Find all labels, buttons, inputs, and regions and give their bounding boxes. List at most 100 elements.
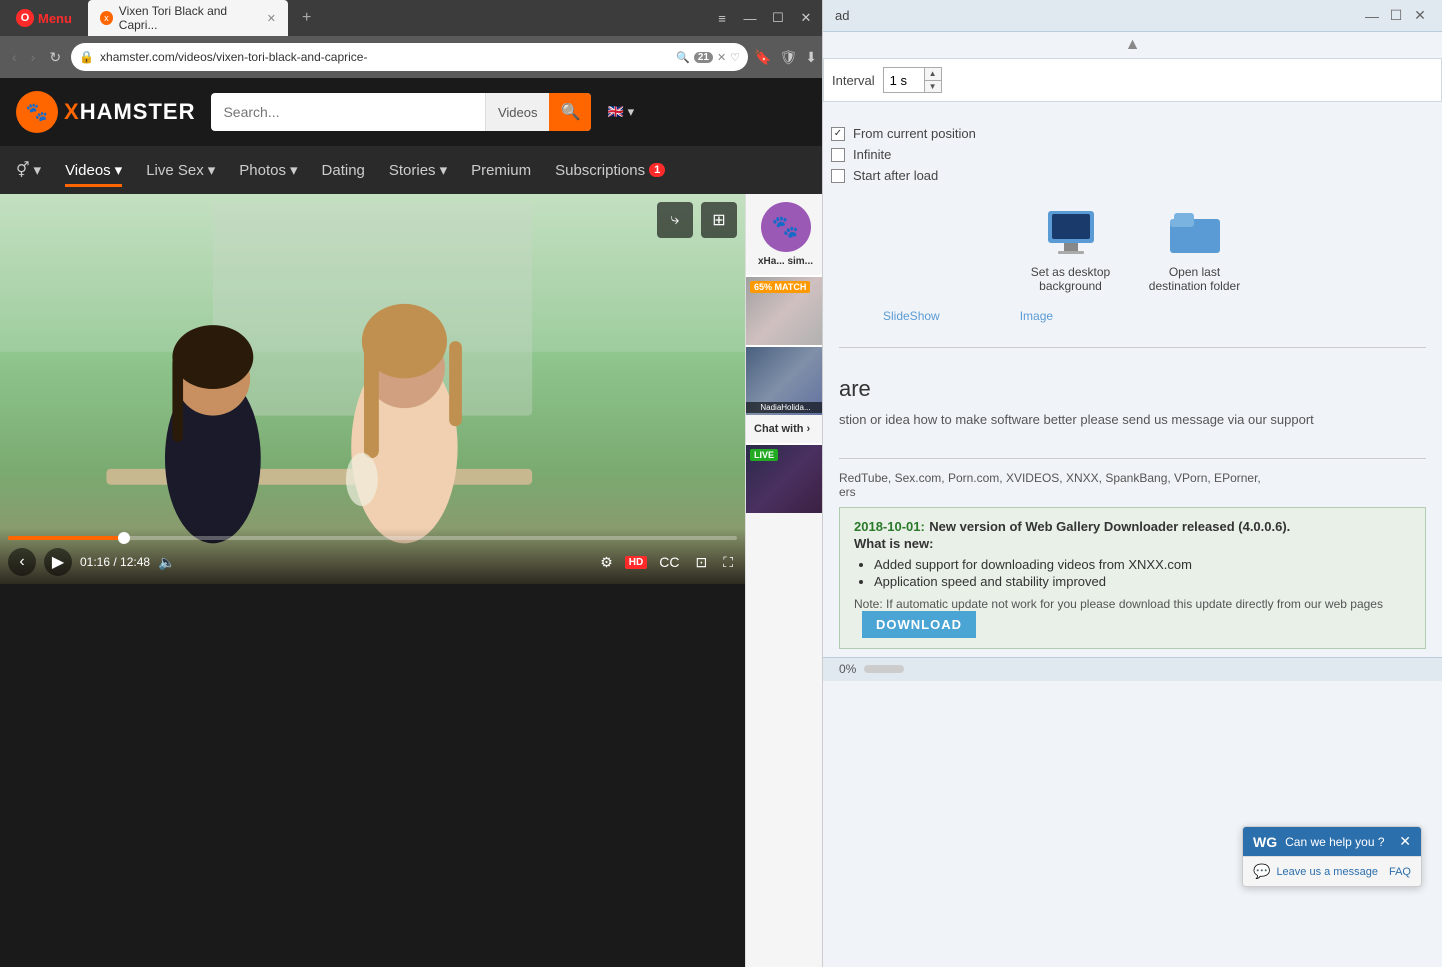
search-input[interactable] (211, 104, 484, 120)
wgd-divider (839, 347, 1426, 348)
partners-text: RedTube, Sex.com, Porn.com, XVIDEOS, XNX… (823, 471, 1442, 485)
video-time: 01:16 / 12:48 (80, 555, 150, 569)
shield-icon[interactable]: 🛡 (779, 49, 797, 66)
spinner-down-button[interactable]: ▼ (925, 81, 941, 93)
search-bar[interactable]: Videos 🔍 (211, 93, 591, 131)
active-tab[interactable]: x Vixen Tori Black and Capri... ✕ (88, 0, 288, 36)
sidebar-profile[interactable]: 🐾 xHa... sim... (746, 194, 825, 275)
forward-button[interactable]: › (27, 47, 40, 67)
menu-label: Menu (38, 11, 72, 26)
from-current-row: From current position (831, 126, 1434, 141)
video-progress-bar[interactable] (8, 536, 737, 540)
infinite-label: Infinite (853, 147, 891, 162)
grid-button[interactable]: ⊞ (701, 202, 737, 238)
logo-text: XHAMSTER (64, 99, 195, 125)
profile-name: xHa... sim... (758, 256, 813, 267)
interval-spinner[interactable]: ▲ ▼ (883, 67, 942, 93)
browser-window-controls: ≡ — ☐ ✕ (711, 7, 817, 29)
gender-arrow-icon: ▾ (34, 161, 42, 179)
wgd-minimize-button[interactable]: — (1362, 6, 1382, 26)
refresh-button[interactable]: ↻ (45, 47, 65, 68)
spinner-up-button[interactable]: ▲ (925, 68, 941, 81)
download-button[interactable]: DOWNLOAD (862, 611, 976, 638)
nav-photos-arrow: ▾ (290, 161, 298, 179)
nav-live-sex[interactable]: Live Sex ▾ (146, 157, 215, 183)
captions-icon[interactable]: CC (655, 550, 683, 574)
news-date: 2018-10-01: (854, 519, 925, 534)
infinite-checkbox[interactable] (831, 148, 845, 162)
new-tab-button[interactable]: + (296, 9, 317, 27)
leave-message-link[interactable]: Leave us a message (1276, 866, 1378, 878)
from-current-checkbox[interactable] (831, 127, 845, 141)
nav-videos[interactable]: Videos ▾ (65, 157, 122, 183)
wgd-close-button[interactable]: ✕ (1410, 6, 1430, 26)
wgd-icons-row: Set as desktop background Open last dest… (823, 191, 1442, 309)
tab-favicon-icon: x (100, 11, 113, 25)
video-sidebar: 🐾 xHa... sim... 65% MATCH NadiaHolida...… (745, 194, 825, 967)
chat-widget-footer: 💬 Leave us a message FAQ (1243, 856, 1421, 886)
nav-dating[interactable]: Dating (322, 158, 365, 183)
video-scene-svg (0, 194, 745, 584)
sidebar-thumb-2[interactable]: NadiaHolida... (746, 345, 825, 415)
tab-count-badge: 21 (694, 52, 713, 63)
stacked-windows-icon[interactable]: ≡ (711, 7, 733, 29)
wgd-sub-labels: SlideShow Image (823, 309, 1442, 327)
nav-dating-label: Dating (322, 162, 365, 179)
site-logo[interactable]: 🐾 XHAMSTER (16, 91, 195, 133)
pip-icon[interactable]: ⊡ (691, 550, 711, 575)
lang-arrow-icon: ▾ (628, 104, 635, 120)
language-selector[interactable]: 🇬🇧 ▾ (607, 104, 634, 120)
nav-stories[interactable]: Stories ▾ (389, 157, 447, 183)
address-icons: 🔍 21 ✕ ♡ (676, 51, 740, 64)
chat-title[interactable]: Chat with › (754, 423, 817, 435)
close-button[interactable]: ✕ (795, 7, 817, 29)
download-icon[interactable]: ⬇ (805, 49, 817, 66)
wgd-status-bar: 0% (823, 657, 1442, 681)
infinite-row: Infinite (831, 147, 1434, 162)
nav-photos[interactable]: Photos ▾ (239, 157, 297, 183)
sidebar-thumb-1[interactable]: 65% MATCH (746, 275, 825, 345)
back-button[interactable]: ‹ (8, 47, 21, 67)
search-type-button[interactable]: Videos (485, 93, 550, 131)
opera-logo-icon: O (16, 9, 34, 27)
search-submit-button[interactable]: 🔍 (549, 93, 591, 131)
wgd-maximize-button[interactable]: ☐ (1386, 6, 1406, 26)
logo-text-rest: HAMSTER (80, 99, 196, 124)
menu-button[interactable]: O Menu (8, 5, 80, 31)
bookmark-icon[interactable]: 🔖 (754, 49, 771, 66)
nav-gender-button[interactable]: ⚥ ▾ (16, 157, 41, 183)
fullscreen-icon[interactable]: ⛶ (719, 550, 737, 575)
open-last-folder-item[interactable]: Open last destination folder (1145, 207, 1245, 293)
interval-input[interactable] (884, 68, 924, 92)
interval-label: Interval (832, 73, 875, 88)
minimize-button[interactable]: — (739, 7, 761, 29)
chat-widget-close-button[interactable]: ✕ (1399, 833, 1411, 850)
tab-close-icon[interactable]: ✕ (267, 12, 276, 25)
settings-icon[interactable]: ⚙ (596, 550, 617, 575)
ssl-lock-icon: 🔒 (79, 50, 94, 64)
maximize-button[interactable]: ☐ (767, 7, 789, 29)
news-date-title: 2018-10-01: New version of Web Gallery D… (854, 518, 1411, 536)
folder-svg (1170, 209, 1220, 255)
video-time-current: 01:16 (80, 555, 110, 569)
nav-premium[interactable]: Premium (471, 158, 531, 183)
faq-link[interactable]: FAQ (1389, 866, 1411, 878)
sidebar-thumb-live[interactable]: LIVE (746, 443, 825, 513)
video-top-controls: ⤷ ⊞ (657, 202, 737, 238)
slideshow-label[interactable]: SlideShow (883, 309, 940, 323)
video-progress-fill (8, 536, 125, 540)
nav-subscriptions[interactable]: Subscriptions 1 (555, 158, 665, 183)
image-label[interactable]: Image (1020, 309, 1053, 323)
address-input[interactable]: 🔒 xhamster.com/videos/vixen-tori-black-a… (71, 43, 748, 71)
play-button[interactable]: ▶ (44, 548, 72, 576)
video-player[interactable]: ⤷ ⊞ ‹ ▶ 0 (0, 194, 745, 584)
start-after-load-checkbox[interactable] (831, 169, 845, 183)
wgd-scroll-up-button[interactable]: ▲ (823, 32, 1442, 58)
news-item-1: Added support for downloading videos fro… (874, 557, 1411, 572)
prev-button[interactable]: ‹ (8, 548, 36, 576)
wgd-panel: ad — ☐ ✕ ▲ Interval ▲ ▼ From current pos… (822, 0, 1442, 967)
monitor-icon (1046, 207, 1096, 257)
set-desktop-item[interactable]: Set as desktop background (1021, 207, 1121, 293)
volume-button[interactable]: 🔈 (158, 554, 175, 571)
share-button[interactable]: ⤷ (657, 202, 693, 238)
